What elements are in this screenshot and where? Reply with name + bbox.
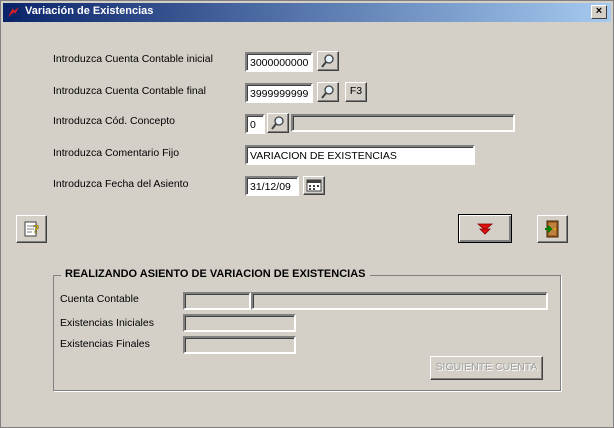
- cuenta-contable-label: Cuenta Contable: [60, 293, 139, 305]
- red-down-arrow-icon: [476, 223, 494, 235]
- existencias-iniciales-label: Existencias Iniciales: [60, 317, 154, 329]
- svg-text:?: ?: [33, 223, 39, 236]
- magnifier-icon: [271, 116, 284, 130]
- search-concepto-button[interactable]: [267, 113, 289, 133]
- existencias-iniciales-field: [183, 314, 296, 332]
- siguiente-cuenta-button[interactable]: SIGUIENTE CUENTA: [430, 356, 543, 380]
- search-cuenta-final-button[interactable]: [317, 82, 339, 102]
- cuenta-name-field: [251, 292, 548, 310]
- search-cuenta-inicial-button[interactable]: [317, 51, 339, 71]
- fecha-label: Introduzca Fecha del Asiento: [53, 178, 189, 190]
- concepto-label: Introduzca Cód. Concepto: [53, 115, 175, 127]
- exit-button[interactable]: [537, 215, 568, 243]
- title-bar: Variación de Existencias ×: [3, 3, 611, 22]
- fecha-input[interactable]: 31/12/09: [245, 176, 299, 196]
- app-logo-icon: [6, 5, 21, 20]
- existencias-finales-field: [183, 336, 296, 354]
- existencias-finales-label: Existencias Finales: [60, 338, 150, 350]
- concepto-input[interactable]: 0: [245, 114, 265, 134]
- group-title: REALIZANDO ASIENTO DE VARIACION DE EXIST…: [61, 268, 370, 280]
- cuenta-inicial-label: Introduzca Cuenta Contable inicial: [53, 53, 213, 65]
- execute-button[interactable]: [458, 214, 512, 243]
- window-title: Variación de Existencias: [25, 5, 154, 17]
- cuenta-inicial-input[interactable]: 3000000000: [245, 52, 313, 72]
- calendar-button[interactable]: [303, 176, 325, 195]
- magnifier-icon: [321, 85, 334, 99]
- cuenta-final-label: Introduzca Cuenta Contable final: [53, 85, 206, 97]
- calendar-icon: [306, 179, 322, 192]
- help-button[interactable]: ?: [16, 215, 47, 243]
- concepto-description-field: [291, 114, 515, 132]
- cuenta-code-field: [183, 292, 251, 310]
- cuenta-final-input[interactable]: 3999999999: [245, 83, 313, 103]
- comentario-input[interactable]: VARIACION DE EXISTENCIAS: [245, 145, 475, 165]
- exit-door-icon: [544, 220, 558, 238]
- help-note-icon: ?: [24, 221, 39, 237]
- magnifier-icon: [321, 54, 334, 68]
- comentario-label: Introduzca Comentario Fijo: [53, 147, 180, 159]
- close-button[interactable]: ×: [591, 5, 607, 19]
- dialog-window: Variación de Existencias × Introduzca Cu…: [0, 0, 614, 428]
- f3-button[interactable]: F3: [345, 82, 367, 102]
